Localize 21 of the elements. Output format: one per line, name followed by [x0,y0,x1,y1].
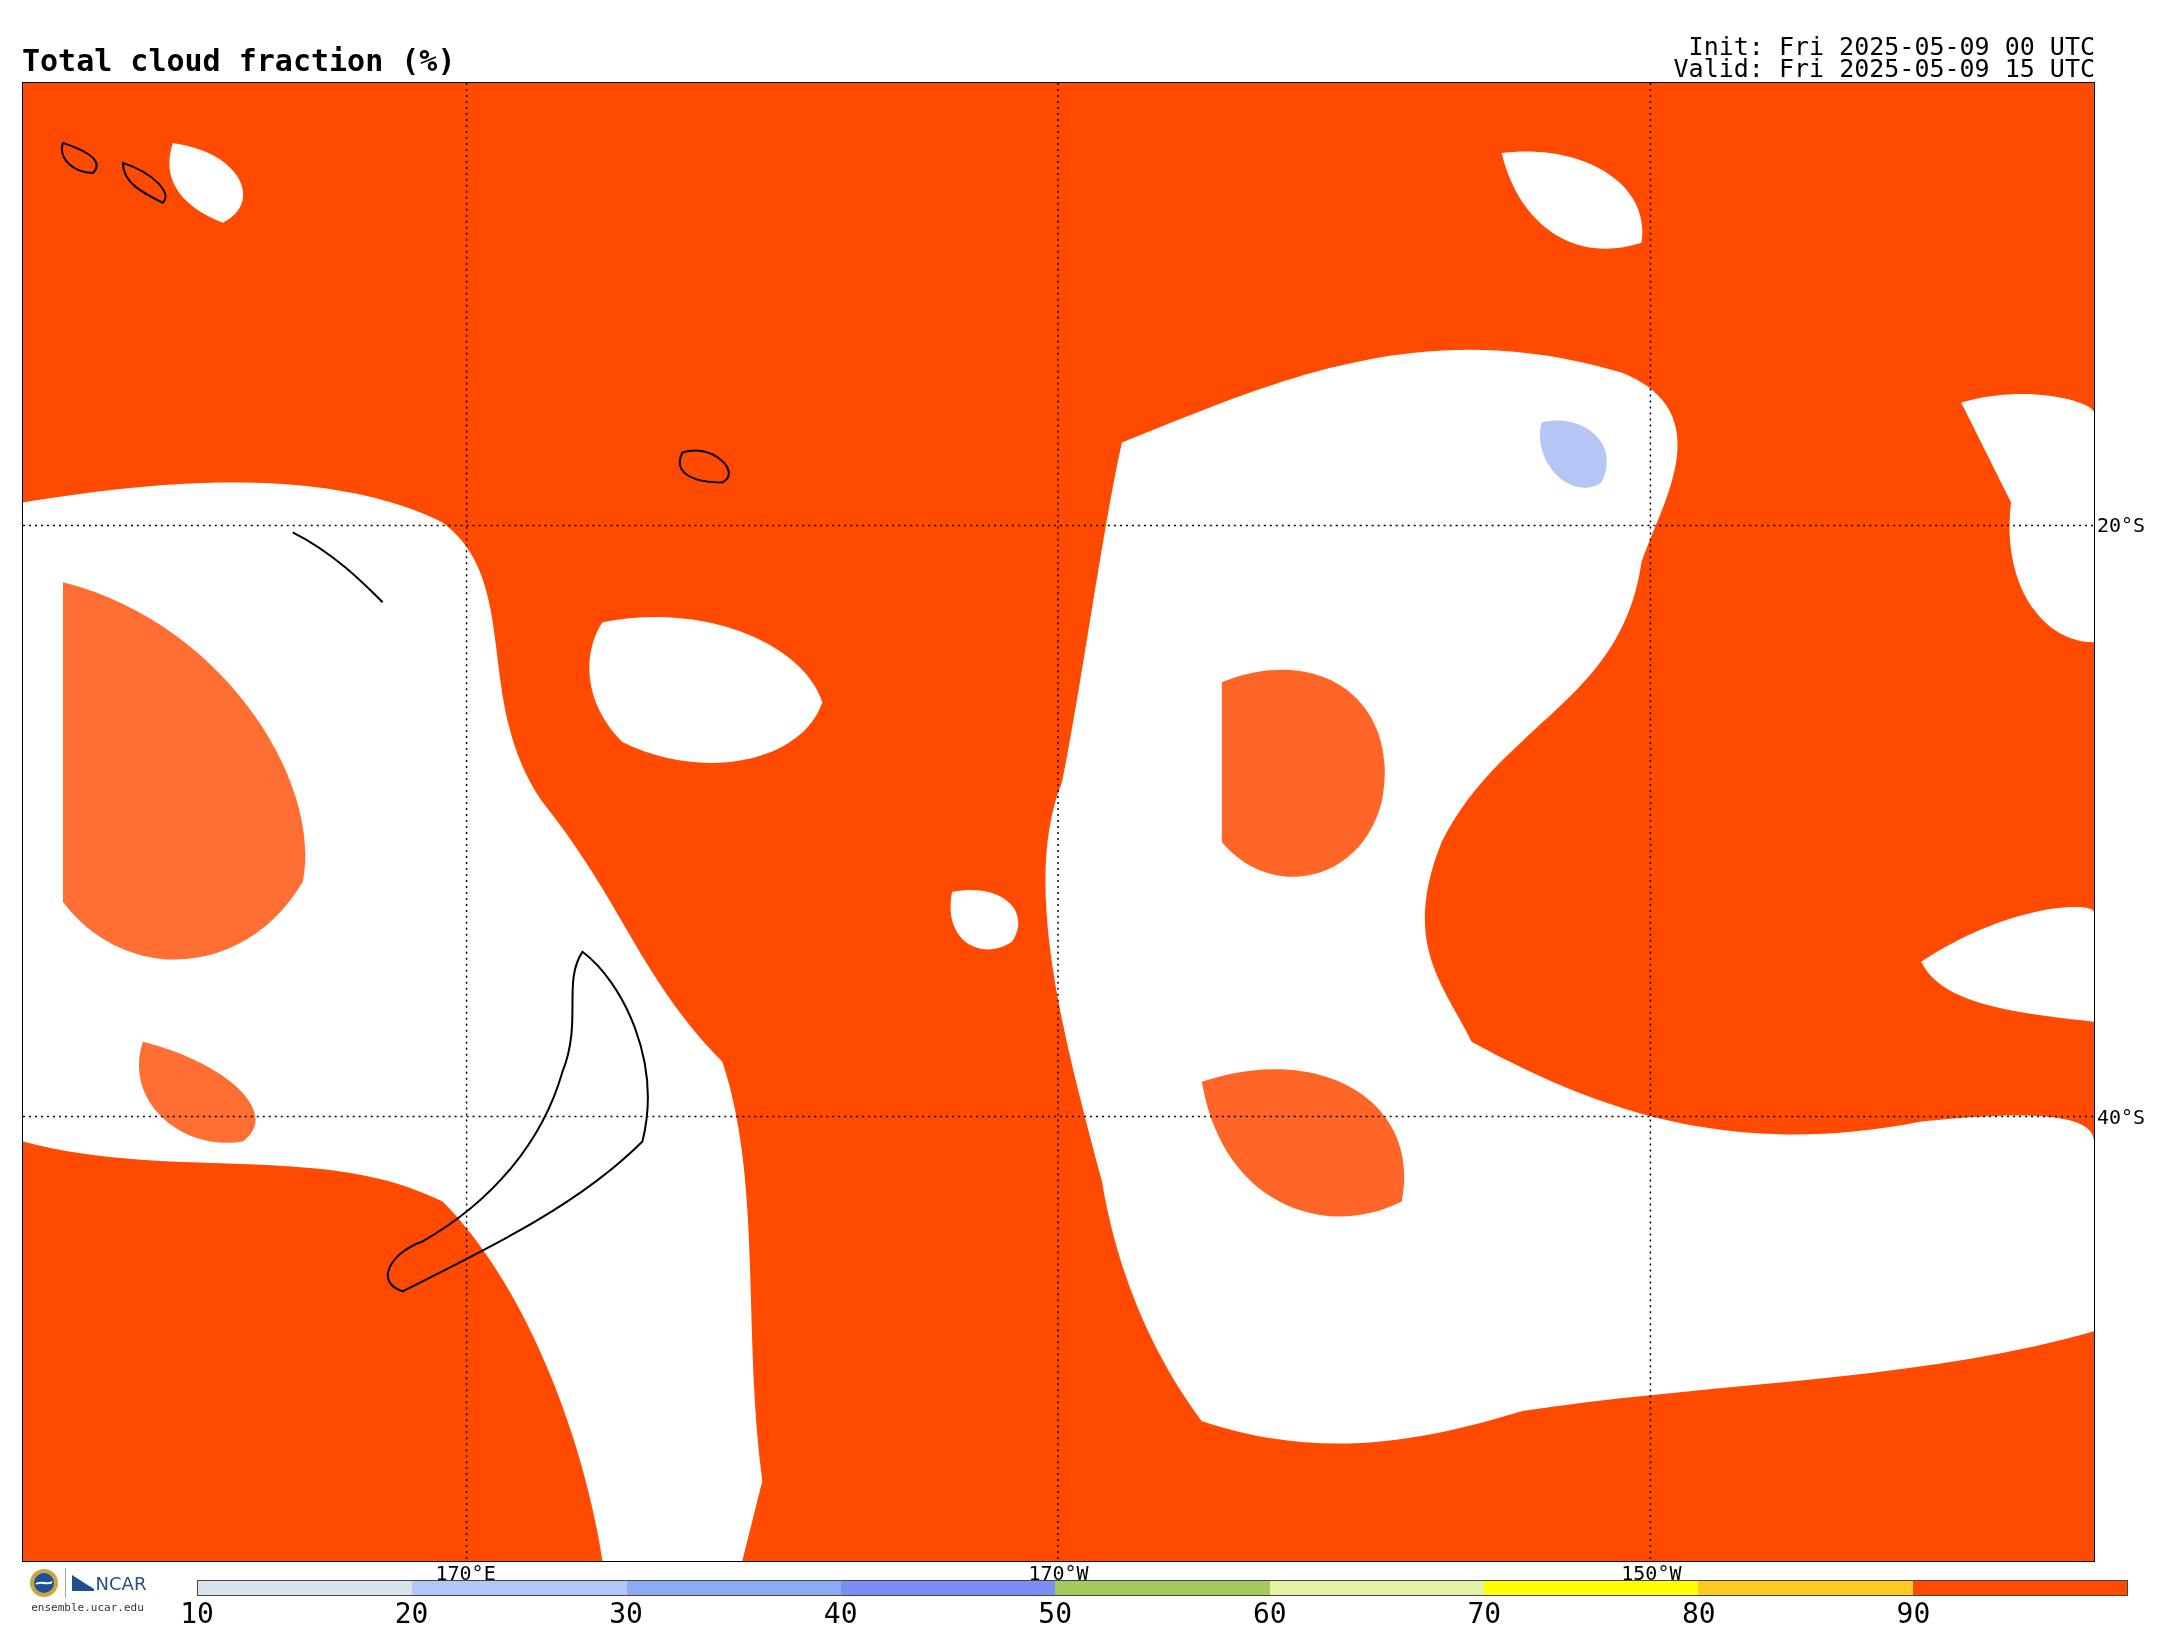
latitude-label: 20°S [2096,512,2146,537]
longitude-label: 170°E [435,1562,496,1584]
tick-label: 10 [180,1600,214,1626]
tick-label: 40 [823,1600,858,1626]
valid-time: Valid: Fri 2025-05-09 15 UTC [1673,58,2095,80]
tick-label: 80 [1682,1600,1716,1626]
longitude-label: 170°W [1028,1562,1089,1584]
site-url: ensemble.ucar.edu [31,1601,144,1614]
logo-text: NCAR [95,1572,147,1594]
tick-label: 70 [1467,1600,1502,1626]
tick-label: 20 [394,1600,429,1626]
seal-icon [28,1568,59,1598]
longitude-label: 150°W [1621,1562,1682,1584]
tick-label: 60 [1252,1600,1287,1626]
init-time: Init: Fri 2025-05-09 00 UTC [1688,36,2095,58]
chart-title: Total cloud fraction (%) [22,46,456,76]
tick-label: 50 [1038,1600,1073,1626]
tick-label: 90 [1896,1600,1931,1626]
latitude-label: 40°S [2096,1104,2146,1129]
tick-label: 30 [609,1600,643,1626]
ncar-logo-icon [71,1575,94,1591]
